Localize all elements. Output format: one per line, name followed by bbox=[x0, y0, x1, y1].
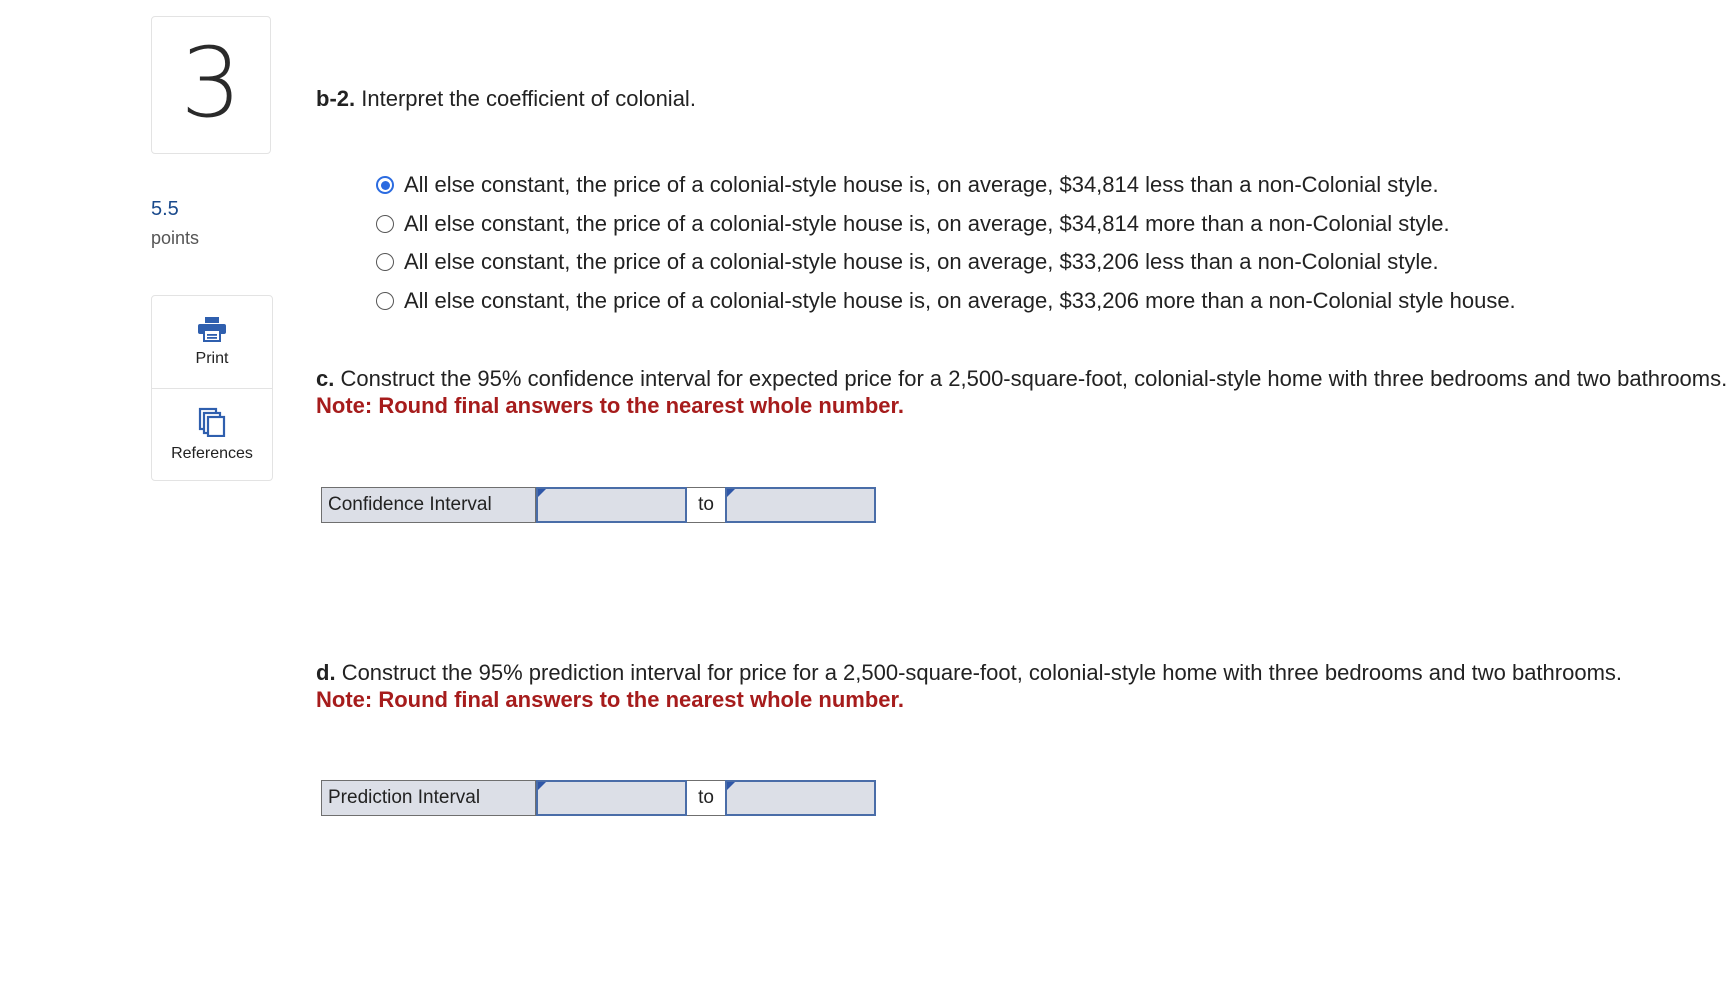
option-d[interactable]: All else constant, the price of a coloni… bbox=[376, 282, 1516, 321]
prediction-to-label: to bbox=[687, 780, 725, 816]
points-value: 5.5 bbox=[151, 198, 179, 220]
part-b2-text: Interpret the coefficient of colonial. bbox=[361, 86, 696, 111]
radio-option-a[interactable] bbox=[376, 176, 394, 195]
option-d-text: All else constant, the price of a coloni… bbox=[404, 287, 1516, 313]
part-c-label: c. bbox=[316, 366, 335, 391]
confidence-upper-input[interactable] bbox=[725, 487, 876, 523]
radio-option-b[interactable] bbox=[376, 214, 394, 233]
part-c-prompt: c. Construct the 95% confidence interval… bbox=[316, 365, 1728, 419]
part-b2-options: All else constant, the price of a coloni… bbox=[376, 166, 1516, 320]
points-label: points bbox=[151, 228, 200, 248]
print-label: Print bbox=[195, 350, 229, 367]
part-c-text: Construct the 95% confidence interval fo… bbox=[340, 366, 1728, 391]
references-label: References bbox=[171, 445, 253, 462]
prediction-lower-input[interactable] bbox=[536, 780, 687, 816]
radio-option-c[interactable] bbox=[376, 253, 394, 272]
radio-option-d[interactable] bbox=[376, 291, 394, 310]
references-button[interactable]: References bbox=[152, 388, 272, 481]
prediction-interval-row: Prediction Interval to bbox=[321, 780, 876, 816]
confidence-interval-label: Confidence Interval bbox=[321, 487, 536, 523]
question-number-box: 3 bbox=[151, 16, 271, 154]
question-number: 3 bbox=[180, 27, 242, 139]
option-c-text: All else constant, the price of a coloni… bbox=[404, 249, 1439, 275]
prediction-interval-label: Prediction Interval bbox=[321, 780, 536, 816]
print-button[interactable]: Print bbox=[152, 296, 272, 388]
part-b2-prompt: b-2. Interpret the coefficient of coloni… bbox=[316, 86, 696, 112]
confidence-lower-input[interactable] bbox=[536, 487, 687, 523]
prediction-upper-input[interactable] bbox=[725, 780, 876, 816]
option-a[interactable]: All else constant, the price of a coloni… bbox=[376, 166, 1516, 205]
part-d-label: d. bbox=[316, 660, 336, 685]
tools-panel: Print References bbox=[151, 295, 273, 481]
documents-icon bbox=[198, 407, 226, 437]
option-b[interactable]: All else constant, the price of a coloni… bbox=[376, 205, 1516, 244]
option-b-text: All else constant, the price of a coloni… bbox=[404, 210, 1450, 236]
part-b2-label: b-2. bbox=[316, 86, 356, 111]
confidence-interval-row: Confidence Interval to bbox=[321, 487, 876, 523]
option-a-text: All else constant, the price of a coloni… bbox=[404, 172, 1439, 198]
part-d-text: Construct the 95% prediction interval fo… bbox=[341, 660, 1623, 685]
part-c-note: Note: Round final answers to the nearest… bbox=[316, 393, 904, 418]
part-d-note: Note: Round final answers to the nearest… bbox=[316, 687, 904, 712]
question-page: 3 5.5 points Print References b-2. Inter… bbox=[0, 0, 1730, 992]
confidence-to-label: to bbox=[687, 487, 725, 523]
part-d-prompt: d. Construct the 95% prediction interval… bbox=[316, 659, 1728, 713]
option-c[interactable]: All else constant, the price of a coloni… bbox=[376, 243, 1516, 282]
printer-icon bbox=[198, 317, 226, 342]
